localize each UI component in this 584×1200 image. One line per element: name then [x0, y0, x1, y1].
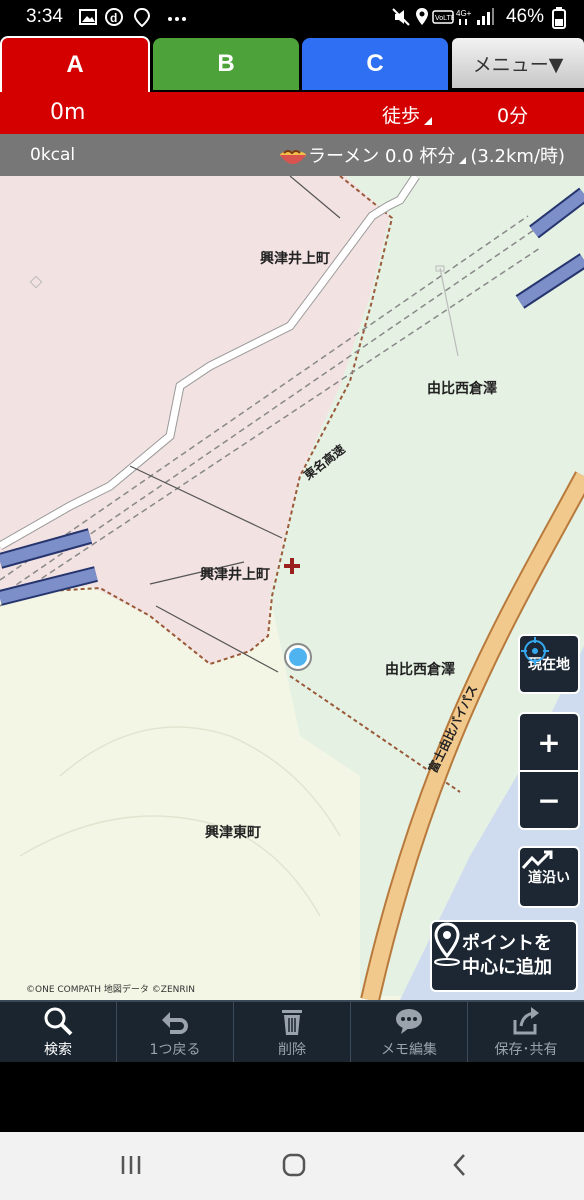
back-icon[interactable] [448, 1150, 470, 1180]
add-point-button[interactable]: ポイントを 中心に追加 [430, 920, 578, 992]
memo-edit-button[interactable]: メモ編集 [351, 1002, 468, 1062]
current-location-button[interactable]: 現在地 [518, 634, 580, 694]
location-app-icon [133, 7, 151, 27]
system-navigation-bar [0, 1132, 584, 1200]
zoom-in-button[interactable]: + [518, 712, 580, 772]
place-label: 興津東町 [205, 825, 261, 841]
add-point-label-2: 中心に追加 [462, 957, 552, 978]
ramen-bowl-icon [280, 150, 306, 164]
speech-bubble-icon [396, 1008, 422, 1034]
gallery-icon [79, 9, 97, 25]
tab-a[interactable]: A [0, 36, 150, 92]
more-notifications-icon [168, 17, 186, 21]
share-icon [513, 1006, 539, 1034]
save-share-label: 保存･共有 [494, 1041, 558, 1058]
battery-percent: 46% [505, 6, 544, 27]
add-point-label-1: ポイントを [462, 933, 552, 954]
memo-edit-label: メモ編集 [381, 1041, 437, 1058]
along-road-button[interactable]: 道沿い [518, 846, 580, 908]
dropdown-corner-icon [459, 157, 467, 164]
map-view[interactable]: 興津井上町 由比西倉澤 興津井上町 由比西倉澤 興津東町 東名高速 富士由比バイ… [0, 176, 584, 1000]
recent-apps-icon[interactable] [118, 1150, 144, 1180]
place-label: 由比西倉澤 [427, 381, 497, 397]
mute-icon [392, 8, 410, 26]
volte-icon: VoLTE [432, 10, 454, 24]
place-label: 興津井上町 [260, 251, 330, 267]
ramen-equivalent[interactable]: ラーメン 0.0 杯分 (3.2km/時) [278, 142, 565, 168]
menu-button[interactable]: メニュー▼ [452, 38, 584, 88]
network-4g-icon: 4G+ [456, 9, 472, 25]
crosshair-icon [521, 637, 549, 665]
bottom-toolbar: 検索 1つ戻る 削除 メモ編集 保存･共有 [0, 1000, 584, 1062]
save-share-button[interactable]: 保存･共有 [468, 1002, 584, 1062]
search-icon [44, 1007, 73, 1035]
trend-up-icon [521, 850, 553, 870]
calorie-bar: 0kcal ラーメン 0.0 杯分 (3.2km/時) [0, 134, 584, 176]
delete-label: 削除 [278, 1041, 306, 1058]
route-info-bar: 0m 徒歩 0分 [0, 92, 584, 134]
map-copyright: ©ONE COMPATH 地図データ ©ZENRIN [26, 985, 196, 995]
tab-c[interactable]: C [302, 38, 448, 90]
duration-value: 0分 [497, 105, 529, 127]
undo-button[interactable]: 1つ戻る [117, 1002, 234, 1062]
place-label: 由比西倉澤 [385, 662, 455, 678]
travel-mode-select[interactable]: 徒歩 [382, 101, 433, 128]
undo-label: 1つ戻る [149, 1041, 201, 1058]
map-canvas [0, 176, 584, 1000]
tab-b[interactable]: B [153, 38, 299, 90]
route-tabs: A B C メニュー▼ [0, 36, 584, 92]
travel-mode-label: 徒歩 [382, 105, 421, 127]
svg-text:d: d [110, 11, 117, 25]
zoom-out-button[interactable]: − [518, 770, 580, 830]
status-bar: 3:34 d VoLTE 4G+ 46% [0, 0, 584, 36]
svg-text:4G+: 4G+ [456, 9, 472, 18]
home-icon[interactable] [280, 1150, 308, 1180]
status-time: 3:34 [26, 6, 63, 27]
ramen-text: ラーメン 0.0 杯分 [308, 146, 456, 167]
search-label: 検索 [44, 1041, 72, 1058]
map-pin-icon [434, 922, 460, 966]
undo-icon [162, 1011, 188, 1034]
gps-icon [416, 8, 428, 25]
walking-speed: (3.2km/時) [470, 146, 566, 167]
search-button[interactable]: 検索 [0, 1002, 117, 1062]
blank-area [0, 1062, 584, 1132]
trash-icon [282, 1009, 302, 1035]
distance-value: 0m [50, 100, 86, 125]
dropdown-corner-icon [424, 117, 433, 125]
calorie-value: 0kcal [30, 145, 76, 165]
delete-button[interactable]: 削除 [234, 1002, 351, 1062]
place-label: 興津井上町 [200, 567, 270, 583]
battery-icon [552, 7, 566, 29]
svg-text:VoLTE: VoLTE [435, 15, 454, 22]
d-app-icon: d [105, 8, 123, 26]
signal-icon [477, 8, 494, 25]
